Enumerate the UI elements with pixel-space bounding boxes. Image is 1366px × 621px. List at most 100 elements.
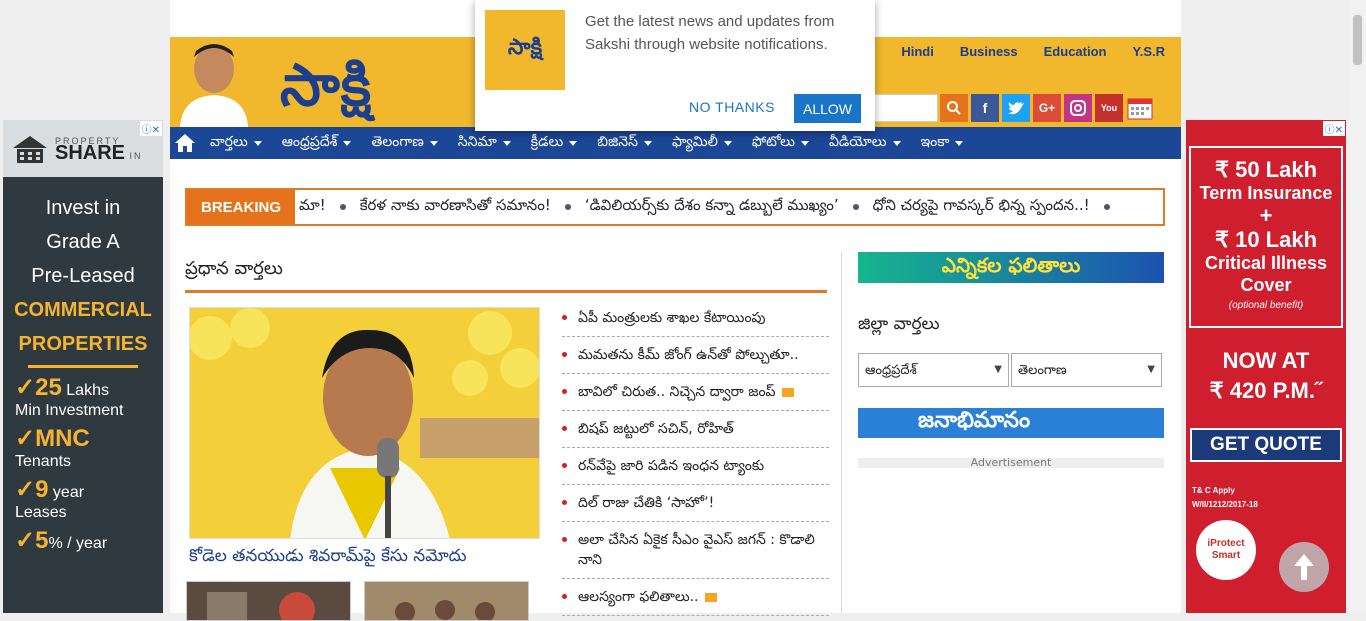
breaking-label: BREAKING — [187, 190, 295, 224]
nav-photos-label: ఫోటోలు — [751, 133, 795, 150]
ad-text: Critical Illness — [1204, 253, 1328, 273]
calendar-icon[interactable] — [1126, 94, 1154, 122]
right-side-ad[interactable]: ⓘ✕ ₹ 50 Lakh Term Insurance + ₹ 10 Lakh … — [1186, 120, 1346, 613]
breaking-news-bar: BREAKING మా! కేరళ నాకు వారణాసితో సమానం! … — [185, 188, 1165, 226]
youtube-icon[interactable]: You — [1095, 94, 1123, 122]
chevron-down-icon — [955, 140, 964, 146]
nav-telangana-label: తెలంగాణ — [371, 133, 424, 150]
nav-family[interactable]: ఫ్యామిలీ — [662, 127, 742, 159]
chevron-down-icon — [253, 140, 262, 146]
dropdown-arrow-icon: ▼ — [994, 364, 1002, 375]
news-headline: ఆలస్యంగా ఫలితాలు.. — [578, 589, 699, 605]
social-icons: f G+ You — [940, 94, 1154, 122]
list-item[interactable]: అలా చేసిన ఏకైక సీఎం వైఎస్‌ జగన్‌ : కొడాల… — [562, 522, 829, 579]
top-link-ysr[interactable]: Y.S.R — [1132, 44, 1165, 59]
top-news-list: ఏపీ మంత్రులకు శాఖల కేటాయింపు మమతను కీమ్‌… — [562, 300, 829, 616]
breaking-ticker: మా! కేరళ నాకు వారణాసితో సమానం! ‘డివిలియర… — [295, 196, 1110, 218]
stat-value: 25 — [35, 374, 62, 401]
ad-choices-icon[interactable]: ⓘ✕ — [1322, 121, 1345, 136]
state-select-andhra[interactable]: ఆంధ్రప్రదేశ్ ▼ — [858, 353, 1009, 387]
ad-stat: ✓MNC Tenants — [15, 425, 90, 471]
scrollbar-thumb[interactable] — [1353, 15, 1362, 65]
ad-text: Pre-Leased — [31, 265, 135, 287]
search-icon[interactable] — [940, 94, 968, 122]
section-title: ప్రధాన వార్తలు — [185, 258, 283, 279]
stat-unit: year — [52, 484, 85, 501]
nav-sports[interactable]: క్రీడలు — [521, 127, 587, 159]
breaking-item[interactable]: కేరళ నాకు వారణాసితో సమానం! — [360, 196, 551, 218]
top-link-hindi[interactable]: Hindi — [901, 44, 934, 59]
list-item[interactable]: ఆలస్యంగా ఫలితాలు.. — [562, 579, 829, 616]
chevron-down-icon — [429, 140, 438, 146]
list-item[interactable]: ఏపీ మంత్రులకు శాఖల కేటాయింపు — [562, 300, 829, 337]
breaking-item[interactable]: ‘డివిలియర్స్‌కు దేశం కన్నా డబ్బులే ముఖ్య… — [585, 196, 839, 218]
instagram-icon[interactable] — [1064, 94, 1092, 122]
twitter-icon[interactable] — [1002, 94, 1030, 122]
nav-business-label: బిజినెస్ — [597, 133, 638, 150]
nav-photos[interactable]: ఫోటోలు — [742, 127, 819, 159]
ad-text: Cover — [1240, 275, 1292, 295]
news-headline: బావిలో చిరుత.. నిచ్చెన ద్వారా జంప్‌ — [578, 384, 776, 400]
janabhimanam-banner[interactable]: జనాభిమానం — [858, 408, 1164, 438]
google-plus-icon[interactable]: G+ — [1033, 94, 1061, 122]
nav-andhra[interactable]: ఆంధ్రప్రదేశ్ — [272, 127, 362, 159]
ad-text: Term Insurance — [1199, 183, 1333, 203]
news-headline: బిషప్‌ జట్టులో సచిన్, రోహిత్‌ — [578, 421, 734, 437]
ad-choices-icon[interactable]: ⓘ✕ — [139, 121, 162, 136]
top-link-business[interactable]: Business — [960, 44, 1018, 59]
nav-news[interactable]: వార్తలు — [200, 127, 272, 159]
list-item[interactable]: మమతను కీమ్‌ జోంగ్‌ ఉన్‌తో పోల్చుతూ.. — [562, 337, 829, 374]
ad-body: Invest in Grade A Pre-Leased COMMERCIAL … — [3, 177, 163, 361]
nav-business[interactable]: బిజినెస్ — [587, 127, 662, 159]
page-scrollbar[interactable] — [1349, 0, 1366, 613]
nav-videos[interactable]: వీడియోలు — [819, 127, 911, 159]
ad-stat: ✓25 Lakhs Min Investment — [15, 374, 124, 420]
facebook-icon[interactable]: f — [971, 94, 999, 122]
sakshi-logo[interactable]: సాక్షి — [280, 51, 372, 134]
ad-text: ₹ 10 Lakh — [1214, 227, 1318, 252]
left-side-ad[interactable]: ⓘ✕ PROPERTY SHARE IN Invest in Grade A P… — [3, 120, 163, 613]
allow-button[interactable]: ALLOW — [794, 94, 861, 123]
section-divider — [185, 290, 827, 293]
ad-offer-box: ₹ 50 Lakh Term Insurance + ₹ 10 Lakh Cri… — [1189, 146, 1343, 328]
news-headline: అలా చేసిన ఏకైక సీఎం వైఎస్‌ జగన్‌ : కొడాల… — [578, 532, 815, 568]
thumbnail-image[interactable] — [364, 581, 529, 621]
breaking-item[interactable]: మా! — [299, 196, 326, 218]
state-select-telangana[interactable]: తెలంగాణ ▼ — [1011, 353, 1162, 387]
election-results-banner[interactable]: ఎన్నికల ఫలితాలు — [858, 252, 1164, 283]
ad-brand-main: SHARE — [55, 142, 126, 164]
ad-text: ₹ 50 Lakh — [1214, 157, 1318, 182]
top-story-caption[interactable]: కోడెల తనయుడు శివరామ్‌పై కేసు నమోదు — [189, 546, 467, 570]
bullet-icon — [564, 204, 571, 210]
chevron-down-icon — [800, 140, 809, 146]
list-item[interactable]: బావిలో చిరుత.. నిచ్చెన ద్వారా జంప్‌ — [562, 374, 829, 411]
nav-telangana[interactable]: తెలంగాణ — [361, 127, 447, 159]
scroll-to-top-button[interactable] — [1279, 542, 1329, 592]
leader-photo — [172, 39, 254, 127]
get-quote-button[interactable]: GET QUOTE — [1190, 428, 1342, 462]
top-story-image[interactable] — [189, 307, 540, 539]
building-icon — [13, 135, 47, 163]
nav-andhra-label: ఆంధ్రప్రదేశ్ — [281, 133, 338, 150]
list-item[interactable]: బిషప్‌ జట్టులో సచిన్, రోహిత్‌ — [562, 411, 829, 448]
top-link-education[interactable]: Education — [1044, 44, 1107, 59]
home-icon[interactable] — [170, 127, 200, 159]
stat-label: Tenants — [15, 453, 72, 470]
main-nav: వార్తలు ఆంధ్రప్రదేశ్ తెలంగాణ సినిమా క్రీ… — [170, 127, 1181, 159]
breaking-item[interactable]: ధోని చర్యపై గావస్కర్‌ భిన్న స్పందన..! — [873, 196, 1090, 218]
arrow-up-icon — [1294, 554, 1314, 580]
top-links: sh Hindi Business Education Y.S.R — [860, 44, 1165, 59]
list-item[interactable]: రన్‌వేపై జారి పడిన ఇంధన ట్యాంకు — [562, 448, 829, 485]
news-headline: ఏపీ మంత్రులకు శాఖల కేటాయింపు — [578, 310, 766, 326]
search-input[interactable] — [868, 94, 938, 122]
no-thanks-button[interactable]: NO THANKS — [689, 99, 775, 115]
nav-more[interactable]: ఇంకా — [911, 127, 974, 159]
thumbnail-image[interactable] — [186, 581, 351, 621]
nav-cinema[interactable]: సినిమా — [448, 127, 521, 159]
video-icon — [704, 592, 717, 602]
list-item[interactable]: దిల్‌ రాజు చేతికి ‘సాహో’! — [562, 485, 829, 522]
chevron-down-icon — [569, 140, 578, 146]
notification-popup: సాక్షి Get the latest news and updates f… — [475, 0, 875, 131]
district-news-title: జిల్లా వార్తలు — [858, 314, 940, 334]
ad-text: NOW AT — [1222, 348, 1310, 373]
